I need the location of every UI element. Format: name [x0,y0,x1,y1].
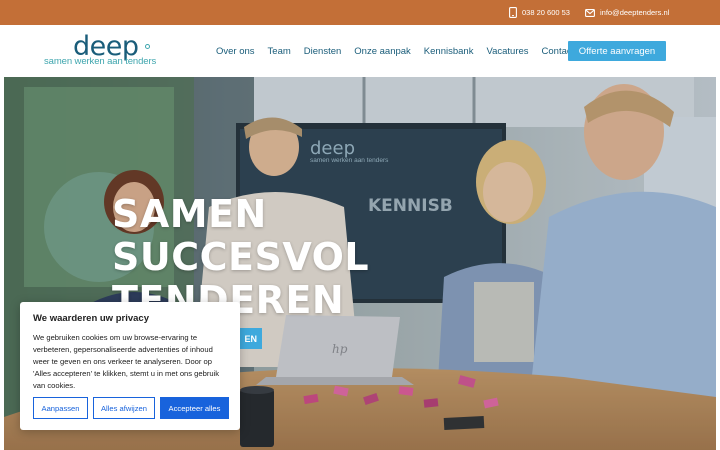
nav-item-diensten[interactable]: Diensten [304,46,342,57]
main-nav: Over ons Team Diensten Onze aanpak Kenni… [216,25,587,77]
nav-item-team[interactable]: Team [268,46,291,57]
phone-number: 038 20 600 53 [522,8,570,17]
site-logo[interactable]: deep samen werken aan tenders [44,31,166,70]
hero-title-line-1: SAMEN [112,192,267,236]
cookie-body: We gebruiken cookies om uw browse-ervari… [33,333,220,390]
hero-title-line-2: SUCCESVOL [112,235,370,279]
quote-request-button[interactable]: Offerte aanvragen [568,41,666,61]
phone-link[interactable]: 038 20 600 53 [509,0,570,25]
cookie-customize-button[interactable]: Aanpassen [33,397,88,419]
phone-icon [509,7,517,18]
site-header: deep samen werken aan tenders Over ons T… [0,25,720,77]
cookie-accept-button[interactable]: Accepteer alles [160,397,229,419]
cookie-reject-button[interactable]: Alles afwijzen [93,397,155,419]
cookie-title: We waarderen uw privacy [33,313,149,324]
nav-item-kennisbank[interactable]: Kennisbank [424,46,474,57]
logo-dot [145,44,150,49]
nav-item-vacatures[interactable]: Vacatures [486,46,528,57]
logo-tagline: samen werken aan tenders [44,56,157,67]
top-contact-bar: 038 20 600 53 info@deeptenders.nl [0,0,720,25]
cookie-buttons: Aanpassen Alles afwijzen Accepteer alles [33,397,234,419]
nav-item-over-ons[interactable]: Over ons [216,46,255,57]
nav-item-onze-aanpak[interactable]: Onze aanpak [354,46,411,57]
envelope-icon [585,8,595,17]
email-link[interactable]: info@deeptenders.nl [585,0,669,25]
email-address: info@deeptenders.nl [600,8,670,17]
cookie-consent-banner: We waarderen uw privacy We gebruiken coo… [20,302,240,430]
